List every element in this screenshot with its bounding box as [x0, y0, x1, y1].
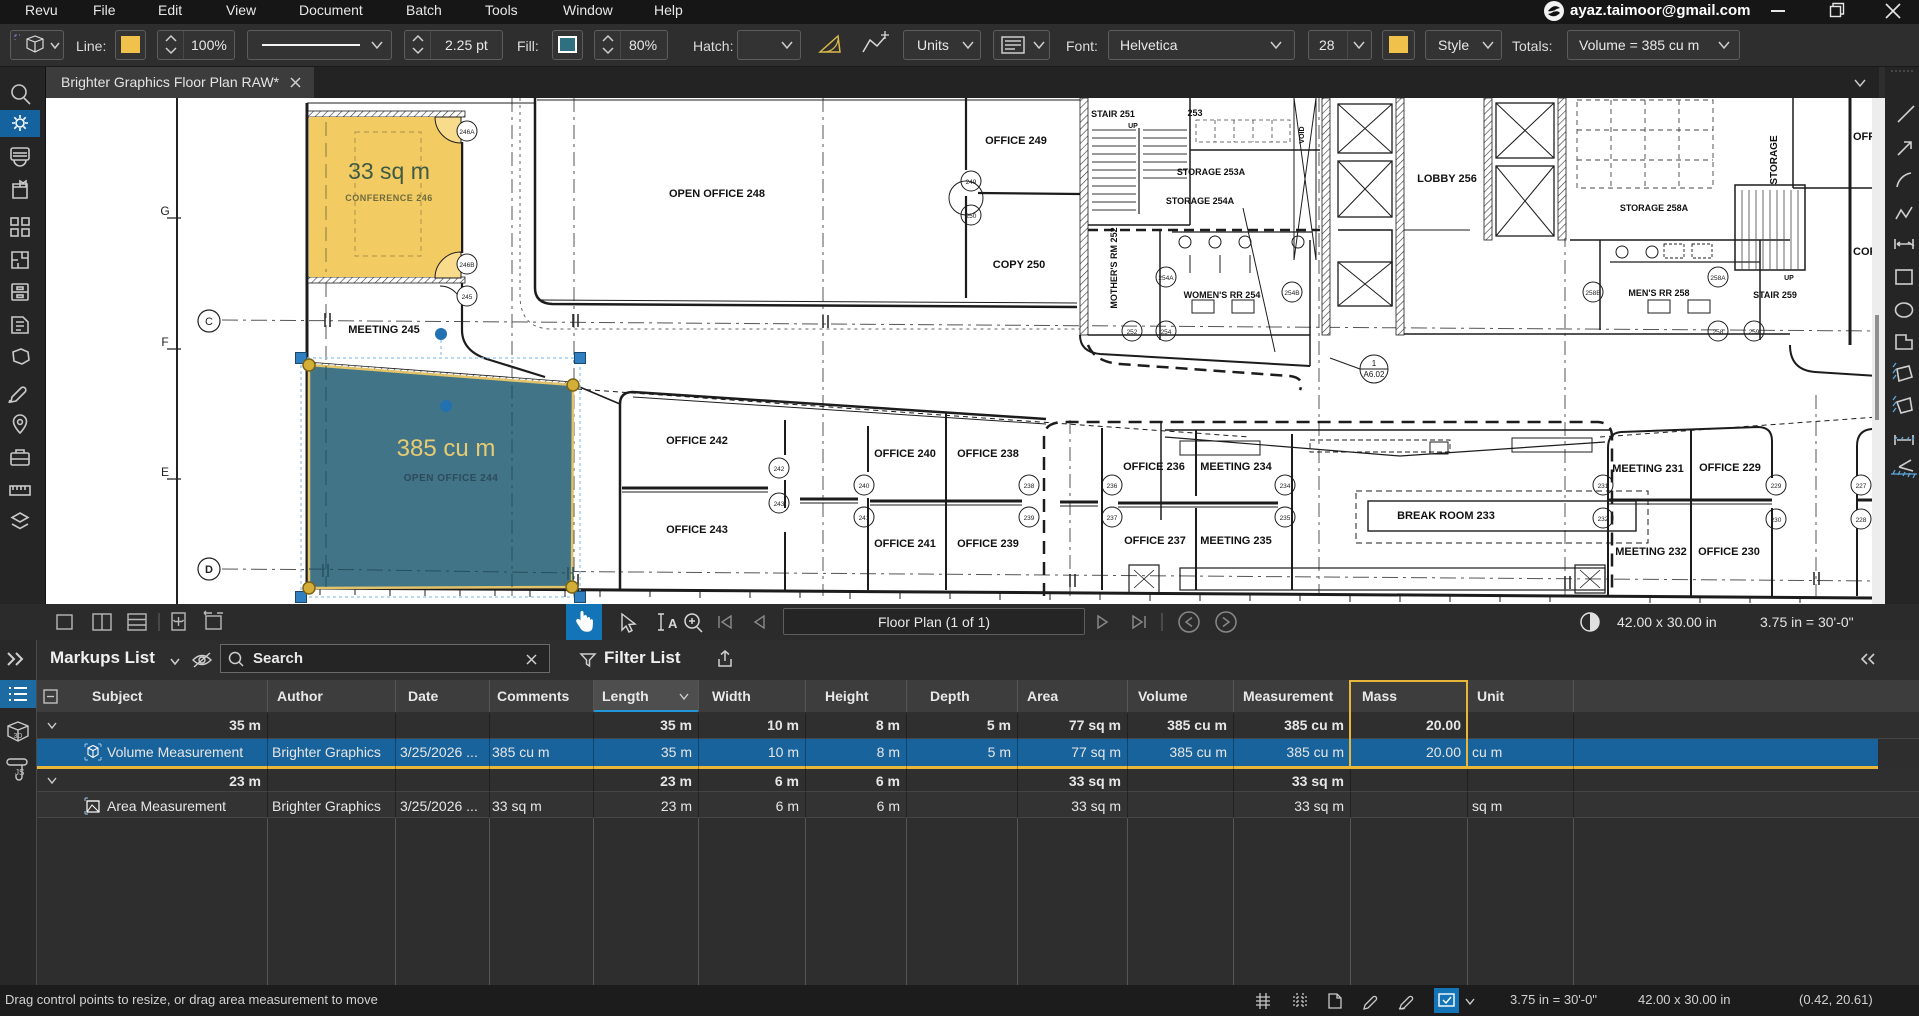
svg-text:235: 235: [1280, 515, 1291, 522]
svg-text:OFFICE 243: OFFICE 243: [666, 524, 728, 536]
svg-text:WOMEN'S RR 254: WOMEN'S RR 254: [1184, 290, 1261, 300]
svg-text:E: E: [161, 465, 169, 479]
svg-text:UP: UP: [1784, 275, 1794, 282]
svg-text:CONFERENCE 246: CONFERENCE 246: [345, 193, 433, 203]
svg-text:COPY 250: COPY 250: [993, 259, 1045, 271]
svg-text:246A: 246A: [459, 129, 475, 136]
svg-text:3D: 3D: [14, 733, 23, 740]
svg-text:OFFICE 239: OFFICE 239: [957, 538, 1019, 550]
svg-text:252: 252: [1127, 329, 1138, 336]
svg-text:234: 234: [1280, 483, 1291, 490]
svg-text:OFFICE 236: OFFICE 236: [1123, 461, 1185, 473]
svg-text:239: 239: [1024, 515, 1035, 522]
svg-text:STORAGE 258A: STORAGE 258A: [1620, 203, 1689, 213]
svg-text:254B: 254B: [1284, 290, 1299, 297]
svg-text:A6.02: A6.02: [1364, 370, 1385, 379]
svg-text:237: 237: [1107, 515, 1118, 522]
svg-text:OFFICE 230: OFFICE 230: [1698, 546, 1760, 558]
svg-text:249: 249: [966, 179, 977, 186]
svg-text:OFFICE 242: OFFICE 242: [666, 435, 728, 447]
svg-text:OFFICE 229: OFFICE 229: [1699, 462, 1761, 474]
svg-text:385 cu m: 385 cu m: [397, 435, 496, 462]
svg-text:253: 253: [1187, 108, 1202, 118]
svg-text:G: G: [160, 204, 169, 218]
svg-text:228: 228: [1856, 517, 1867, 524]
svg-text:258A: 258A: [1710, 275, 1726, 282]
svg-text:STAIR 251: STAIR 251: [1091, 109, 1135, 119]
svg-text:OPEN OFFICE 248: OPEN OFFICE 248: [669, 188, 765, 200]
svg-text:259: 259: [1749, 329, 1760, 336]
svg-text:MEETING 232: MEETING 232: [1615, 546, 1687, 558]
svg-text:STAIR 259: STAIR 259: [1753, 290, 1797, 300]
svg-text:A: A: [668, 616, 678, 631]
svg-text:UP: UP: [1128, 123, 1138, 130]
svg-text:246B: 246B: [459, 262, 474, 269]
svg-text:F: F: [161, 335, 168, 349]
svg-text:OFFICE 238: OFFICE 238: [957, 448, 1019, 460]
svg-text:230: 230: [1771, 517, 1782, 524]
svg-text:240: 240: [859, 483, 870, 490]
svg-text:OFFICE 249: OFFICE 249: [985, 135, 1047, 147]
svg-text:MEETING 235: MEETING 235: [1200, 535, 1272, 547]
svg-text:OPEN OFFICE 244: OPEN OFFICE 244: [404, 473, 499, 484]
svg-text:OFFICE 241: OFFICE 241: [874, 538, 936, 550]
svg-text:241: 241: [859, 515, 870, 522]
svg-text:COF: COF: [1853, 246, 1872, 258]
svg-text:254A: 254A: [1158, 275, 1174, 282]
svg-text:243: 243: [774, 501, 785, 508]
svg-text:258B: 258B: [1585, 290, 1600, 297]
svg-text:OFFI: OFFI: [1853, 131, 1872, 143]
svg-text:MEETING 245: MEETING 245: [348, 324, 420, 336]
svg-text:245: 245: [462, 294, 473, 301]
svg-text:242: 242: [774, 466, 785, 473]
svg-text:JS: JS: [15, 768, 24, 777]
svg-text:229: 229: [1771, 483, 1782, 490]
svg-text:MEN'S RR 258: MEN'S RR 258: [1628, 288, 1689, 298]
svg-text:1: 1: [1372, 359, 1377, 368]
svg-text:VOID: VOID: [1299, 126, 1306, 143]
svg-text:OFFICE 240: OFFICE 240: [874, 448, 936, 460]
svg-text:254: 254: [1161, 329, 1172, 336]
svg-text:LOBBY 256: LOBBY 256: [1417, 173, 1477, 185]
svg-text:258: 258: [1713, 329, 1724, 336]
svg-text:MEETING 231: MEETING 231: [1612, 463, 1684, 475]
svg-text:STORAGE 254A: STORAGE 254A: [1166, 196, 1235, 206]
svg-text:236: 236: [1107, 483, 1118, 490]
svg-text:238: 238: [1024, 483, 1035, 490]
svg-text:227: 227: [1856, 483, 1867, 490]
svg-text:C: C: [205, 316, 213, 328]
svg-text:232: 232: [1598, 516, 1609, 523]
svg-text:STORAGE 253A: STORAGE 253A: [1177, 167, 1246, 177]
svg-text:D: D: [205, 564, 213, 576]
svg-text:MEETING 234: MEETING 234: [1200, 461, 1272, 473]
svg-text:BREAK ROOM 233: BREAK ROOM 233: [1397, 510, 1495, 522]
svg-text:STORAGE: STORAGE: [1769, 135, 1780, 185]
svg-text:250: 250: [966, 213, 977, 220]
svg-text:OFFICE 237: OFFICE 237: [1124, 535, 1186, 547]
svg-text:MOTHER'S RM 252: MOTHER'S RM 252: [1109, 227, 1119, 308]
svg-text:231: 231: [1598, 483, 1609, 490]
svg-text:33 sq m: 33 sq m: [348, 158, 430, 184]
